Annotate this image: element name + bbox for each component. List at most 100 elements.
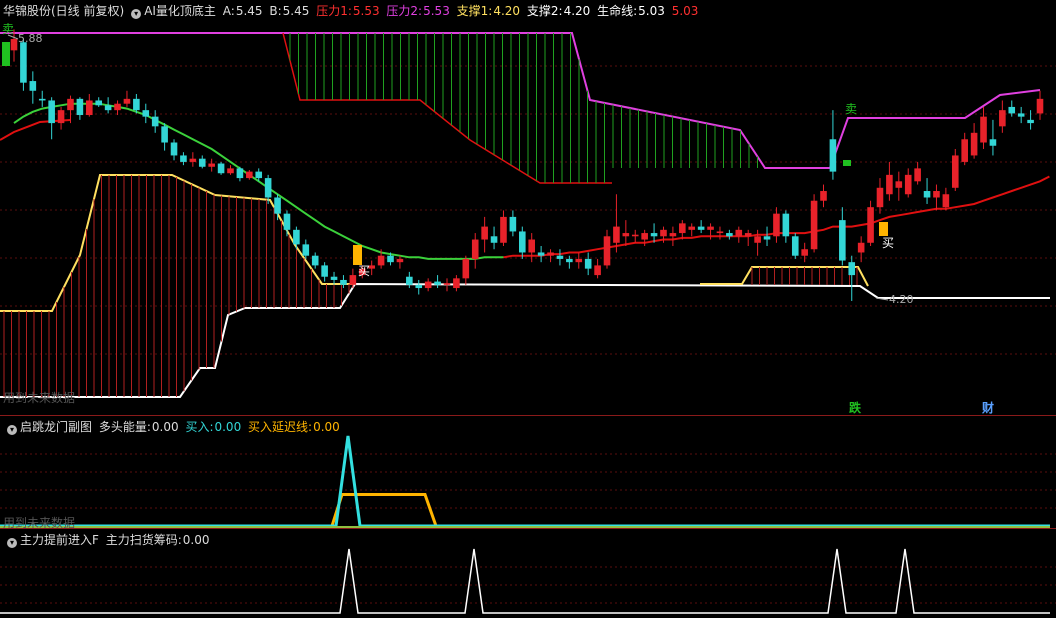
chevron-down-icon[interactable]: ▾ — [131, 9, 142, 19]
candle-body — [330, 276, 338, 280]
candle-body — [10, 39, 18, 51]
lifeline-value: 5.03 — [638, 4, 665, 18]
b-label: B: — [269, 4, 282, 18]
candle-body — [716, 231, 724, 234]
candle-body — [848, 262, 856, 276]
candle-body — [321, 265, 328, 277]
candle-body — [387, 255, 394, 263]
candle-body — [189, 158, 197, 162]
future-data-watermark: 用到未来数据 — [3, 391, 76, 405]
candle-body — [424, 281, 432, 289]
candle-body — [791, 236, 799, 256]
candle-body — [763, 236, 771, 240]
buy-marker-2 — [879, 222, 888, 236]
buy-delay-line — [0, 493, 1050, 528]
extra-value: 5.03 — [671, 4, 699, 18]
candle-body — [1008, 106, 1016, 114]
candle-body — [566, 258, 573, 263]
b-value: 5.45 — [282, 4, 310, 18]
candle-body — [773, 213, 780, 237]
candle-body — [415, 284, 423, 289]
candle-body — [490, 236, 498, 243]
candle-body — [584, 258, 592, 269]
candle-body — [57, 110, 65, 124]
candle-body — [104, 105, 112, 111]
chevron-down-icon[interactable]: ▾ — [7, 425, 17, 435]
pressure2-label: 压力2: — [386, 4, 423, 18]
candle-body — [989, 139, 997, 146]
candle-body — [782, 213, 790, 237]
candle-body — [76, 98, 84, 116]
candle-body — [38, 98, 46, 101]
main-chart-svg[interactable] — [0, 0, 1056, 415]
candle-body — [114, 103, 121, 111]
candle-body — [528, 239, 536, 253]
sub-chart-2-header: ▾ 主力提前进入F 主力扫货筹码:0.00 — [3, 532, 213, 548]
candle-body — [142, 110, 150, 117]
candle-body — [274, 197, 281, 214]
sub-chart-1-header: ▾ 启跳龙门副图 多头能量:0.00 买入:0.00 买入延迟线:0.00 — [3, 419, 343, 435]
sub-chart-1-panel[interactable]: ▾ 启跳龙门副图 多头能量:0.00 买入:0.00 买入延迟线:0.00 用到未… — [0, 416, 1056, 530]
main-chart-panel[interactable]: 华锦股份(日线 前复权) ▾ AI量化顶底主 A:5.45 B:5.45 压力1:5… — [0, 0, 1056, 415]
candle-body — [622, 233, 630, 237]
candle-body — [556, 255, 564, 259]
candle-body — [660, 229, 667, 237]
candle-body — [217, 163, 225, 174]
sell-marker-2 — [843, 160, 851, 166]
candle-body — [518, 231, 526, 253]
candle-body — [707, 226, 714, 230]
candle-body — [650, 233, 658, 237]
candle-body — [481, 226, 488, 240]
candle-body — [754, 236, 761, 243]
chevron-down-icon[interactable]: ▾ — [7, 538, 17, 548]
candle-body — [151, 116, 159, 127]
candle-body — [462, 258, 470, 279]
support-upper-line — [0, 174, 355, 312]
candle-body — [867, 207, 874, 243]
sub2-e1-label: 主力扫货筹码: — [105, 533, 182, 547]
lifeline-label: 生命线: — [597, 4, 638, 18]
candle-body — [208, 163, 215, 167]
candle-body — [735, 229, 743, 237]
candle-body — [255, 171, 263, 179]
event-die-badge[interactable]: 跌 — [849, 401, 861, 415]
a-value: 5.45 — [235, 4, 263, 18]
candle-body — [311, 255, 319, 266]
event-cai-badge[interactable]: 财 — [982, 401, 994, 415]
sub-chart-2-panel[interactable]: ▾ 主力提前进入F 主力扫货筹码:0.00 — [0, 529, 1056, 618]
candle-body — [904, 174, 912, 195]
sub1-e1-label: 多头能量: — [98, 420, 151, 434]
support1-value: 4.20 — [493, 4, 521, 18]
candle-body — [810, 200, 818, 250]
sell-signal-1: 卖 — [2, 22, 15, 36]
candle-body — [302, 244, 310, 256]
candle-body — [133, 98, 140, 111]
candle-body — [443, 283, 451, 285]
candle-body — [679, 223, 686, 234]
pressure2-value: 5.53 — [423, 4, 450, 18]
candle-body — [170, 142, 178, 156]
sub1-e3-value: 0.00 — [313, 420, 340, 434]
support2-label: 支撑2: — [526, 4, 563, 18]
candle-body — [839, 220, 846, 261]
candle-body — [575, 258, 583, 263]
candle-body — [406, 276, 413, 285]
candle-body — [895, 181, 903, 188]
candle-body — [594, 265, 601, 276]
pressure1-value: 5.53 — [352, 4, 380, 18]
sub1-e2-value: 0.00 — [214, 420, 242, 434]
candle-body — [1027, 119, 1034, 124]
candle-body — [95, 100, 103, 106]
sell-marker-1 — [2, 42, 10, 66]
candle-body — [67, 98, 74, 111]
a-label: A: — [222, 4, 235, 18]
candle-body — [349, 275, 357, 285]
sub2-e1-value: 0.00 — [182, 533, 210, 547]
candle-body — [396, 258, 404, 263]
candle-body — [264, 178, 272, 198]
candle-body — [453, 278, 460, 289]
sub1-name: 启跳龙门副图 — [20, 420, 93, 434]
candle-body — [914, 168, 921, 182]
support-upper-line-2 — [700, 266, 869, 287]
candle-body — [1036, 98, 1044, 114]
